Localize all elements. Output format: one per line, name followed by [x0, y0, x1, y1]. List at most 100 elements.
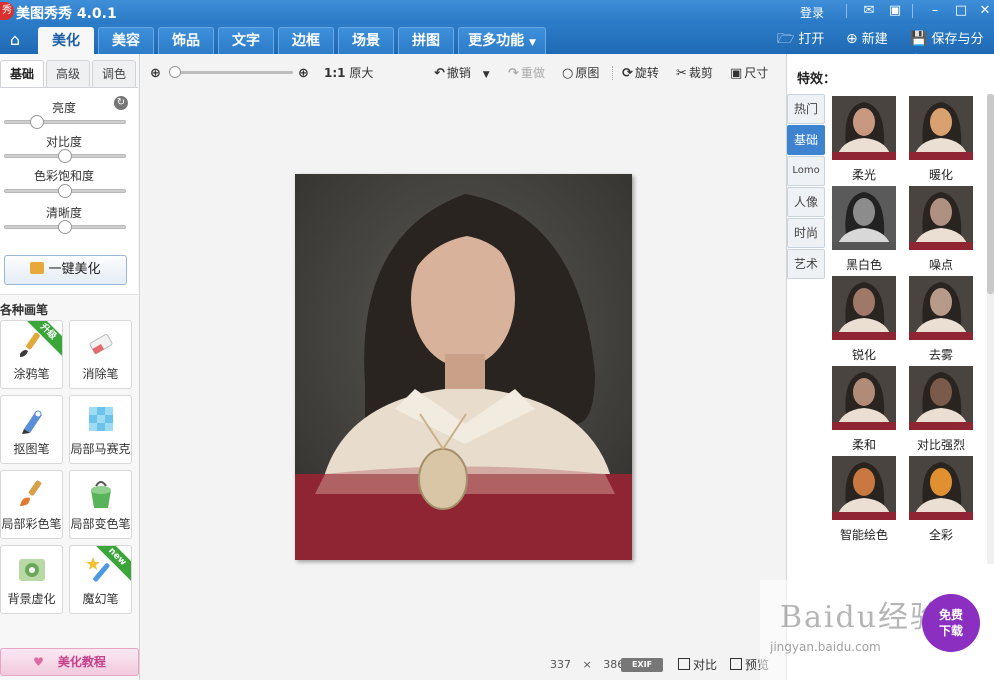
free-download-button[interactable]: 免费 下载 [922, 594, 980, 652]
effect-thumbnail [832, 186, 896, 250]
undo-button[interactable]: ↶ 撤销 ▼ [434, 64, 490, 82]
magic-brush-button[interactable]: new 魔幻笔 [69, 545, 132, 614]
new-button[interactable]: ⊕ 新建 [846, 28, 888, 50]
canvas-area: ⊕ ⊕ 1:1 原大 ↶ 撤销 ▼ ↷ 重做 ○ 原图 ⟳ 旋转 ✂ 裁剪 ▣ 尺寸 [140, 54, 786, 680]
slider-knob[interactable] [30, 115, 45, 129]
title-separator [846, 4, 847, 18]
open-button[interactable]: 🗁 打开 [777, 28, 824, 50]
sharpness-slider[interactable] [4, 220, 126, 234]
exif-button[interactable]: EXIF [621, 658, 663, 672]
effect-item[interactable]: 对比强烈 [909, 366, 975, 452]
close-icon[interactable]: ✕ [974, 2, 994, 20]
one-click-beautify-button[interactable]: 一键美化 [4, 255, 127, 285]
brush-label: 抠图笔 [13, 442, 50, 456]
doodle-brush-button[interactable]: 升级 涂鸦笔 [0, 320, 63, 389]
compare-button[interactable]: 对比 [678, 656, 717, 673]
rotate-icon: ⟳ [622, 66, 633, 81]
resize-button[interactable]: ▣ 尺寸 [730, 64, 768, 82]
image-dimensions: 337 × 386 [550, 658, 624, 671]
tab-more-label: 更多功能 [468, 33, 525, 49]
zoom-slider[interactable] [169, 66, 293, 78]
effect-item[interactable]: 暖化 [909, 96, 975, 182]
beautify-tutorial-button[interactable]: ♥ 美化教程 [0, 648, 139, 676]
tab-text[interactable]: 文字 [218, 27, 274, 54]
side-tab-basic[interactable]: 基础 [787, 125, 825, 155]
subtab-color[interactable]: 调色 [92, 60, 136, 88]
effects-title: 特效： [797, 72, 837, 87]
slider-knob[interactable] [58, 149, 72, 163]
scrollbar-thumb[interactable] [987, 94, 994, 294]
effect-label: 柔光 [851, 168, 876, 182]
local-color-brush-button[interactable]: 局部彩色笔 [0, 470, 63, 539]
effect-item[interactable]: 全彩 [909, 456, 975, 542]
tab-more-features[interactable]: 更多功能 ▼ [458, 27, 546, 54]
effect-item[interactable]: 柔光 [832, 96, 898, 182]
redo-button[interactable]: ↷ 重做 [508, 64, 545, 82]
skin-icon[interactable]: ▣ [884, 2, 906, 20]
side-tab-popular[interactable]: 热门 [787, 94, 825, 124]
effects-scrollbar[interactable] [987, 94, 994, 564]
new-label: 新建 [861, 32, 888, 47]
saturation-slider[interactable] [4, 184, 126, 198]
mosaic-button[interactable]: 局部马赛克 [69, 395, 132, 464]
message-icon[interactable]: ✉ [858, 2, 880, 20]
side-tab-portrait[interactable]: 人像 [787, 187, 825, 217]
slider-knob[interactable] [58, 220, 72, 234]
effect-thumbnail [909, 366, 973, 430]
effect-label: 对比强烈 [916, 438, 965, 452]
rotate-button[interactable]: ⟳ 旋转 [622, 64, 659, 82]
hand-heart-icon: ♥ [33, 655, 44, 669]
effect-item[interactable]: 噪点 [909, 186, 975, 272]
side-tab-fashion[interactable]: 时尚 [787, 218, 825, 248]
effect-thumbnail [832, 456, 896, 520]
effect-thumbnail [909, 186, 973, 250]
original-button[interactable]: ○ 原图 [562, 64, 599, 82]
local-recolor-brush-button[interactable]: 局部变色笔 [69, 470, 132, 539]
zoom-in-icon[interactable]: ⊕ [298, 64, 311, 82]
background-blur-button[interactable]: 背景虚化 [0, 545, 63, 614]
effect-item[interactable]: 柔和 [832, 366, 898, 452]
login-link[interactable]: 登录 [800, 4, 824, 21]
zoom-out-icon[interactable]: ⊕ [150, 64, 163, 82]
tab-collage[interactable]: 拼图 [398, 27, 454, 54]
slider-knob[interactable] [58, 184, 72, 198]
title-separator [912, 4, 913, 18]
side-tab-lomo[interactable]: Lomo [787, 156, 825, 186]
effect-thumbnail [832, 276, 896, 340]
effect-label: 柔和 [851, 438, 876, 452]
effect-item[interactable]: 黑白色 [832, 186, 898, 272]
tab-border[interactable]: 边框 [278, 27, 334, 54]
actual-size-button[interactable]: 1:1 原大 [324, 64, 373, 82]
zoom-slider-knob[interactable] [169, 66, 181, 78]
tab-makeup[interactable]: 美容 [98, 27, 154, 54]
subtab-advanced[interactable]: 高级 [46, 60, 90, 88]
minimize-icon[interactable]: – [924, 2, 946, 20]
adjust-panel: 基础 高级 调色 ↻ 亮度 对比度 色彩饱和度 清晰度 一键美化 各种画笔 升级 [0, 54, 140, 680]
maximize-icon[interactable]: □ [950, 2, 972, 20]
saturation-label: 色彩饱和度 [33, 169, 94, 183]
effect-item[interactable]: 锐化 [832, 276, 898, 362]
scissors-icon: ✂ [676, 66, 687, 81]
tab-scene[interactable]: 场景 [338, 27, 394, 54]
tab-accessories[interactable]: 饰品 [158, 27, 214, 54]
brightness-slider[interactable] [4, 115, 126, 129]
effect-item[interactable]: 智能绘色 [832, 456, 898, 542]
cutout-pen-button[interactable]: 抠图笔 [0, 395, 63, 464]
eraser-button[interactable]: 消除笔 [69, 320, 132, 389]
effect-label: 智能绘色 [839, 528, 888, 542]
effect-label: 暖化 [928, 168, 953, 182]
image-width: 337 [550, 658, 571, 671]
edited-photo[interactable] [295, 174, 632, 560]
save-share-button[interactable]: 💾保存与分享 [910, 28, 994, 69]
contrast-slider[interactable] [4, 149, 126, 163]
crop-button[interactable]: ✂ 裁剪 [676, 64, 713, 82]
tutorial-label: 美化教程 [57, 655, 106, 669]
home-icon[interactable]: ⌂ [0, 27, 30, 54]
effect-item[interactable]: 去雾 [909, 276, 975, 362]
chevron-down-icon[interactable]: ▼ [483, 70, 490, 80]
side-tab-art[interactable]: 艺术 [787, 249, 825, 279]
compare-icon [678, 658, 690, 670]
subtab-basic[interactable]: 基础 [0, 60, 44, 88]
tab-beautify[interactable]: 美化 [38, 27, 94, 54]
plus-icon: ⊕ [846, 31, 858, 47]
